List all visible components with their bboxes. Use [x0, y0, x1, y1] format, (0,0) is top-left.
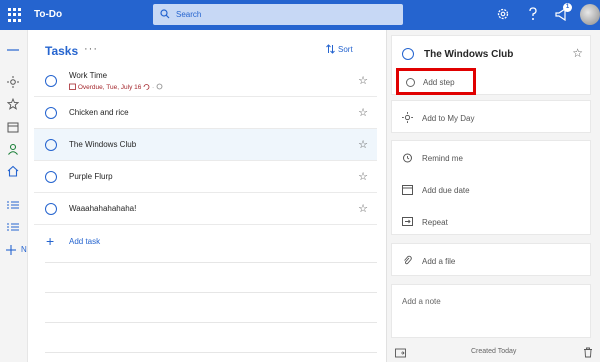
add-task-label: Add task — [69, 237, 101, 246]
menu-icon[interactable] — [7, 45, 19, 55]
list-icon[interactable] — [7, 200, 19, 210]
sun-icon — [402, 112, 413, 123]
list-icon[interactable] — [7, 222, 19, 232]
divider — [45, 262, 377, 263]
complete-checkbox[interactable] — [45, 107, 57, 119]
star-icon[interactable]: ☆ — [358, 74, 368, 87]
calendar-icon — [402, 185, 413, 195]
app-title[interactable]: To-Do — [34, 9, 62, 20]
sort-button[interactable]: Sort — [326, 44, 353, 54]
top-bar: To-Do Search 1 — [0, 0, 600, 30]
task-row[interactable]: Purple Flurp ☆ — [34, 161, 377, 193]
step-circle-icon — [406, 78, 415, 87]
repeat-icon — [143, 84, 150, 90]
detail-footer: Created Today — [387, 346, 600, 362]
add-file-label: Add a file — [422, 257, 456, 266]
file-card[interactable]: Add a file — [391, 243, 591, 276]
task-title: Work Time — [69, 71, 108, 80]
settings-icon[interactable] — [496, 7, 510, 21]
remind-me-label: Remind me — [422, 154, 463, 163]
schedule-card: Remind me Add due date Repeat — [391, 140, 591, 235]
note-placeholder: Add a note — [402, 297, 441, 306]
my-day-card[interactable]: Add to My Day — [391, 100, 591, 133]
add-task-input[interactable]: + Add task — [34, 228, 377, 256]
hide-detail-icon[interactable] — [395, 348, 406, 358]
star-icon[interactable]: ☆ — [572, 46, 583, 60]
detail-task-title[interactable]: The Windows Club — [424, 49, 513, 60]
more-options-button[interactable]: ··· — [84, 43, 98, 55]
complete-checkbox[interactable] — [45, 139, 57, 151]
due-label: Overdue, Tue, July 16 — [77, 84, 142, 91]
star-icon[interactable]: ☆ — [358, 202, 368, 215]
search-icon — [160, 9, 170, 19]
task-row[interactable]: Waaahahahahaha! ☆ — [34, 193, 377, 225]
sort-icon — [326, 44, 335, 54]
task-title: Waaahahahahaha! — [69, 204, 137, 213]
task-row[interactable]: The Windows Club ☆ — [34, 129, 377, 161]
alarm-clock-icon — [403, 153, 412, 163]
complete-checkbox[interactable] — [45, 75, 57, 87]
star-icon[interactable]: ☆ — [358, 106, 368, 119]
divider — [45, 322, 377, 323]
star-icon[interactable] — [7, 98, 19, 110]
task-row[interactable]: Chicken and rice ☆ — [34, 97, 377, 129]
person-icon[interactable] — [7, 143, 19, 155]
task-due-meta: Overdue, Tue, July 16 · — [69, 83, 163, 91]
nav-rail: N — [0, 30, 28, 362]
detail-pane: The Windows Club ☆ Add step Add to My Da… — [386, 30, 600, 362]
help-icon[interactable] — [527, 7, 539, 21]
add-step-label: Add step — [423, 78, 455, 87]
plus-icon[interactable] — [5, 244, 17, 256]
task-row[interactable]: Work Time Overdue, Tue, July 16 · ☆ — [34, 65, 377, 97]
add-step-highlight[interactable]: Add step — [396, 68, 476, 95]
page-title: Tasks — [45, 44, 79, 58]
sun-icon[interactable] — [7, 76, 19, 88]
home-icon[interactable] — [7, 165, 19, 177]
add-due-date-label: Add due date — [422, 186, 470, 195]
task-title: The Windows Club — [69, 140, 137, 149]
complete-checkbox[interactable] — [45, 203, 57, 215]
task-title: Chicken and rice — [69, 108, 129, 117]
reminder-icon — [156, 83, 163, 90]
sort-label: Sort — [338, 45, 353, 54]
divider — [45, 352, 377, 353]
new-list-label[interactable]: N — [21, 245, 27, 254]
task-title: Purple Flurp — [69, 172, 113, 181]
meta-separator: · — [152, 84, 155, 91]
created-label: Created Today — [471, 348, 517, 355]
complete-checkbox[interactable] — [45, 171, 57, 183]
divider — [45, 292, 377, 293]
task-detail-card: The Windows Club ☆ Add step — [391, 35, 591, 95]
repeat-label: Repeat — [422, 218, 448, 227]
plus-icon: + — [46, 233, 55, 249]
calendar-icon[interactable] — [7, 121, 19, 133]
paperclip-icon — [404, 255, 412, 265]
star-icon[interactable]: ☆ — [358, 170, 368, 183]
search-box[interactable]: Search — [153, 4, 403, 25]
app-launcher-icon[interactable] — [8, 8, 22, 22]
delete-icon[interactable] — [583, 347, 593, 358]
complete-checkbox[interactable] — [402, 48, 414, 60]
repeat-icon — [402, 217, 413, 226]
tasks-pane: Tasks ··· Sort Work Time Overdue, Tue, J… — [28, 30, 386, 362]
note-field[interactable]: Add a note — [391, 284, 591, 338]
search-placeholder: Search — [176, 10, 202, 19]
star-icon[interactable]: ☆ — [358, 138, 368, 151]
calendar-icon — [69, 83, 76, 90]
add-to-my-day-label: Add to My Day — [422, 114, 475, 123]
avatar[interactable] — [580, 4, 600, 25]
notification-badge: 1 — [563, 3, 572, 12]
